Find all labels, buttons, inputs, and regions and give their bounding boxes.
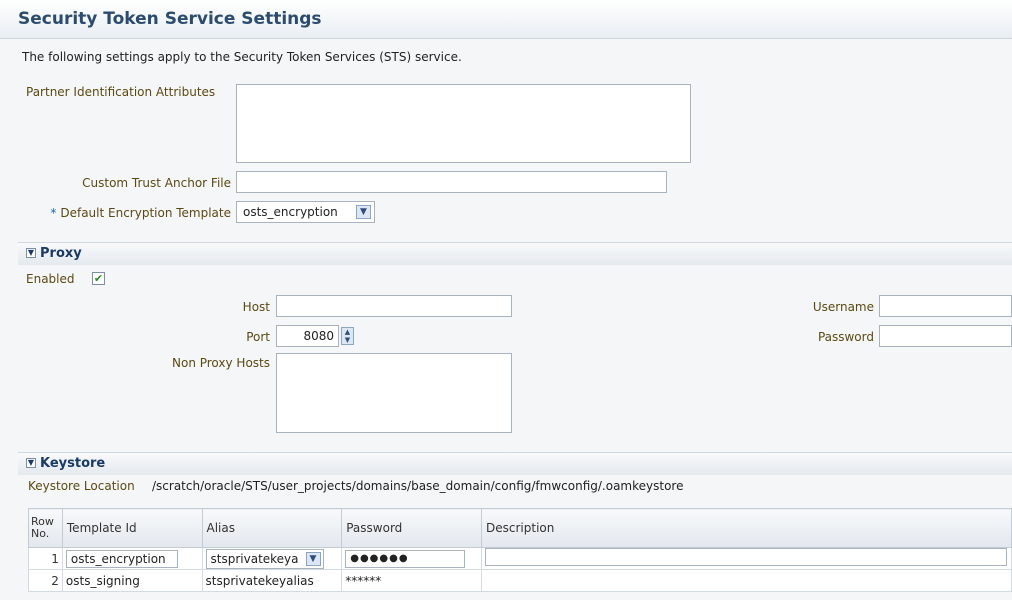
password-label: Password <box>817 330 874 344</box>
row-number: 2 <box>28 569 63 592</box>
page-title: Security Token Service Settings <box>18 9 322 29</box>
non-proxy-hosts-label: Non Proxy Hosts <box>172 356 270 370</box>
encryption-template-select[interactable]: osts_encryption ▼ <box>236 201 375 223</box>
partner-attributes-label: Partner Identification Attributes <box>26 85 216 99</box>
partner-attributes-textarea[interactable] <box>236 84 691 163</box>
host-input[interactable] <box>276 295 512 317</box>
chevron-down-icon[interactable]: ▼ <box>26 458 36 468</box>
column-header-row-no[interactable]: Row No. <box>28 508 63 548</box>
spinner-up-icon[interactable]: ▲ <box>342 328 353 336</box>
table-header-row: Row No. Template Id Alias Password Descr… <box>28 508 1012 548</box>
chevron-down-icon[interactable]: ▼ <box>356 205 371 219</box>
port-spinner[interactable]: ▲ ▼ <box>341 327 354 345</box>
trust-anchor-input[interactable] <box>236 171 667 193</box>
host-label: Host <box>242 300 270 314</box>
column-header-password[interactable]: Password <box>341 508 482 548</box>
username-label: Username <box>812 300 874 314</box>
column-header-description[interactable]: Description <box>481 508 1012 548</box>
password-cell: ●●●●●● <box>341 547 482 570</box>
port-label: Port <box>246 330 270 344</box>
trust-anchor-label: Custom Trust Anchor File <box>82 176 231 190</box>
encryption-template-label: * Default Encryption Template <box>20 206 231 220</box>
spinner-down-icon[interactable]: ▼ <box>342 336 353 344</box>
alias-cell: stsprivatekeyalias <box>201 569 343 592</box>
chevron-down-icon[interactable]: ▼ <box>26 248 36 258</box>
column-header-template-id[interactable]: Template Id <box>61 508 203 548</box>
page-description: The following settings apply to the Secu… <box>22 50 462 64</box>
password-cell: ****** <box>341 569 482 592</box>
proxy-section-header[interactable]: ▼ Proxy <box>18 242 1012 265</box>
template-id-cell: osts_encryption <box>61 547 203 570</box>
checkmark-icon: ✔ <box>93 272 104 285</box>
keystore-location-value: /scratch/oracle/STS/user_projects/domain… <box>152 479 684 493</box>
encryption-template-label-text: Default Encryption Template <box>60 206 231 220</box>
password-input[interactable]: ●●●●●● <box>345 549 466 568</box>
template-id-cell: osts_signing <box>61 569 203 592</box>
row-number: 1 <box>28 547 63 570</box>
description-cell <box>481 547 1012 570</box>
table-row[interactable]: 2 osts_signing stsprivatekeyalias ****** <box>28 569 1012 592</box>
page-header: Security Token Service Settings <box>0 0 1012 39</box>
proxy-enabled-label: Enabled <box>26 272 75 286</box>
table-row[interactable]: 1 osts_encryption stsprivatekeya ▼ ●●●●●… <box>28 547 1012 570</box>
password-input[interactable] <box>879 325 1012 347</box>
encryption-template-value: osts_encryption <box>243 205 338 219</box>
username-input[interactable] <box>879 295 1012 317</box>
chevron-down-icon[interactable]: ▼ <box>305 551 321 566</box>
alias-select[interactable]: stsprivatekeya ▼ <box>205 548 324 569</box>
alias-select-value: stsprivatekeya <box>210 551 299 566</box>
keystore-section-title: Keystore <box>40 456 106 471</box>
alias-cell: stsprivatekeya ▼ <box>201 547 343 570</box>
port-input[interactable]: 8080 <box>276 325 339 347</box>
proxy-enabled-checkbox[interactable]: ✔ <box>92 272 105 285</box>
description-cell <box>481 569 1012 592</box>
description-input[interactable] <box>485 548 1007 566</box>
required-marker: * <box>50 206 57 220</box>
template-id-input[interactable]: osts_encryption <box>65 549 178 568</box>
non-proxy-hosts-textarea[interactable] <box>276 353 512 433</box>
keystore-location-label: Keystore Location <box>28 479 135 493</box>
keystore-section-header[interactable]: ▼ Keystore <box>18 452 1012 475</box>
proxy-section-title: Proxy <box>40 246 82 261</box>
keystore-table: Row No. Template Id Alias Password Descr… <box>28 508 1012 592</box>
column-header-alias[interactable]: Alias <box>201 508 343 548</box>
